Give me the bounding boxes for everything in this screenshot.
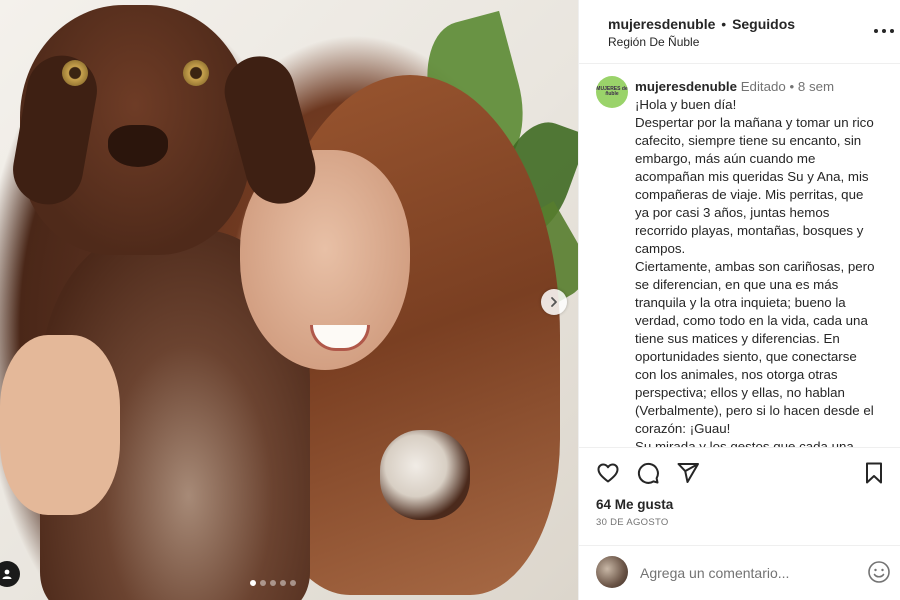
more-options-button[interactable]: [874, 24, 894, 38]
likes-count[interactable]: 64 Me gusta: [596, 497, 673, 512]
caption-paragraph: Su mirada y los gestos que cada una: [635, 439, 854, 447]
avatar: [596, 556, 628, 588]
carousel-dot: [290, 580, 296, 586]
chevron-right-icon: [551, 297, 557, 307]
header-line: mujeresdenuble • Seguidos: [608, 15, 900, 33]
next-photo-button[interactable]: [541, 289, 567, 315]
caption: mujeresdenuble Editado • 8 sem ¡Hola y b…: [635, 78, 881, 447]
more-options-icon: [874, 29, 878, 33]
send-icon: [677, 463, 699, 483]
meta-separator: •: [789, 79, 795, 94]
dog-eye: [62, 60, 88, 86]
header-separator: •: [721, 16, 727, 32]
comment-bar: [579, 545, 900, 600]
woman-hand: [0, 335, 120, 515]
post-header: mujeresdenuble • Seguidos Región De Ñubl…: [579, 0, 900, 64]
post-details-panel: mujeresdenuble • Seguidos Región De Ñubl…: [578, 0, 900, 600]
follow-status-button[interactable]: Seguidos: [732, 16, 795, 32]
carousel-indicator: [250, 580, 296, 586]
carousel-dot: [250, 580, 256, 586]
emoji-button[interactable]: [867, 560, 891, 584]
comment-icon: [637, 462, 659, 484]
avatar[interactable]: MUJERES de ñuble: [596, 76, 628, 108]
caption-username[interactable]: mujeresdenuble: [635, 79, 737, 94]
user-icon: [2, 569, 12, 579]
carousel-dot: [280, 580, 286, 586]
caption-scroll-area[interactable]: MUJERES de ñuble mujeresdenuble Editado …: [579, 65, 900, 447]
location-link[interactable]: Región De Ñuble: [608, 35, 900, 49]
comment-input[interactable]: [640, 563, 840, 583]
comment-button[interactable]: [635, 460, 661, 486]
bookmark-icon: [866, 462, 882, 484]
caption-paragraph: ¡Hola y buen día!: [635, 97, 737, 112]
edited-label: Editado: [740, 79, 786, 94]
puppy: [380, 430, 470, 520]
post-photo[interactable]: [0, 0, 578, 600]
dog-ear: [7, 50, 103, 210]
post-date[interactable]: 30 DE AGOSTO: [596, 517, 669, 528]
carousel-dot: [260, 580, 266, 586]
like-button[interactable]: [595, 460, 621, 486]
heart-icon: [597, 463, 619, 483]
dog-eye: [183, 60, 209, 86]
post-time[interactable]: 8 sem: [798, 79, 834, 94]
caption-paragraph: Ciertamente, ambas son cariñosas, pero s…: [635, 259, 875, 436]
avatar-logo-text: MUJERES de ñuble: [596, 86, 628, 97]
action-icons-row: [595, 460, 887, 488]
share-button[interactable]: [675, 460, 701, 486]
carousel-dot: [270, 580, 276, 586]
emoji-icon: [868, 561, 890, 583]
dog-head: [7, 5, 324, 255]
dog-nose: [108, 125, 168, 167]
header-username[interactable]: mujeresdenuble: [608, 16, 715, 32]
dog-ear: [216, 48, 324, 212]
caption-paragraph: Despertar por la mañana y tomar un rico …: [635, 115, 874, 256]
tagged-users-button[interactable]: [0, 561, 20, 587]
save-button[interactable]: [861, 460, 887, 486]
